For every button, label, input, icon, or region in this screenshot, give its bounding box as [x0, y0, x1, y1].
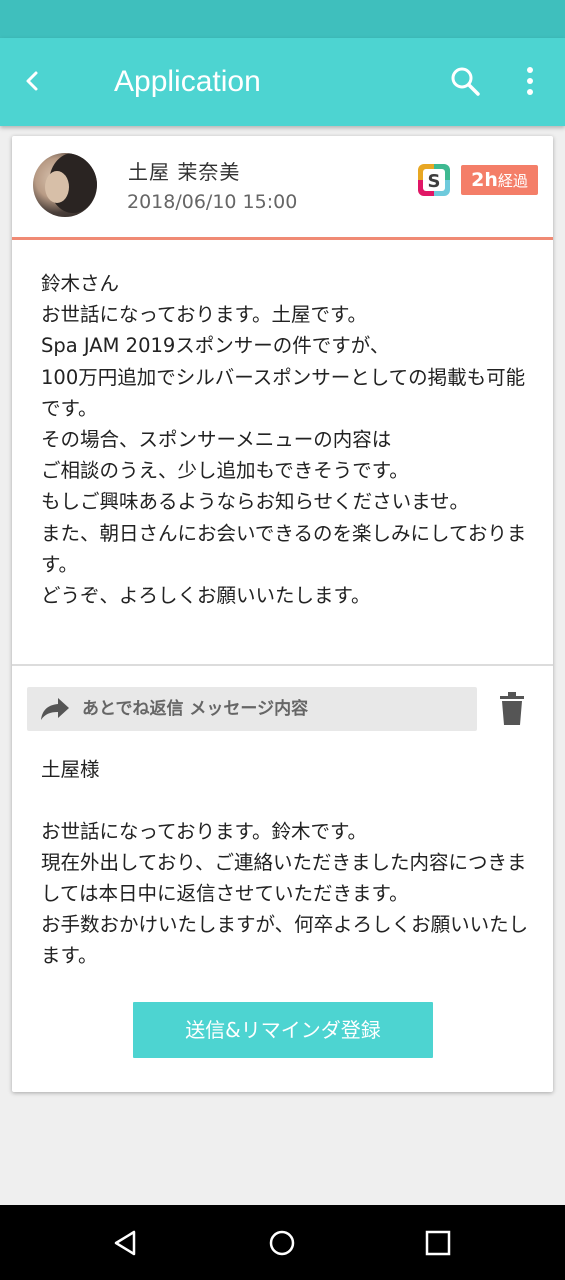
svg-text:S: S: [428, 171, 441, 192]
message-body: 鈴木さん お世話になっております。土屋です。 Spa JAM 2019スポンサー…: [41, 272, 527, 608]
header-divider: [12, 237, 553, 240]
nav-back-icon[interactable]: [112, 1229, 140, 1257]
elapsed-time-unit: 経過: [497, 172, 528, 190]
avatar: [33, 153, 97, 217]
slack-icon: S: [418, 164, 450, 196]
message-card: 土屋 茉奈美 2018/06/10 15:00 S 2h経過 鈴木さん お世話に…: [12, 136, 553, 1092]
reply-template-bar[interactable]: あとでね返信 メッセージ内容: [27, 687, 477, 731]
section-divider: [12, 664, 553, 666]
more-options-icon[interactable]: [518, 64, 542, 98]
system-nav-bar: [0, 1205, 565, 1280]
nav-home-icon[interactable]: [268, 1229, 296, 1257]
app-bar: Application: [0, 38, 565, 126]
send-and-remind-button[interactable]: 送信&リマインダ登録: [133, 1002, 433, 1058]
reply-share-icon: [41, 698, 69, 720]
reply-template-label: あとでね返信 メッセージ内容: [82, 699, 309, 719]
reply-message-text[interactable]: 土屋様 お世話になっております。鈴木です。 現在外出しており、ご連絡いただきまし…: [41, 754, 541, 971]
search-icon[interactable]: [448, 64, 482, 98]
sender-name: 土屋 茉奈美: [128, 160, 241, 184]
message-datetime: 2018/06/10 15:00: [127, 191, 298, 213]
app-title: Application: [114, 65, 261, 98]
trash-icon[interactable]: [498, 692, 526, 726]
elapsed-time-value: 2h: [471, 169, 498, 191]
status-bar: [0, 0, 565, 38]
back-arrow-icon[interactable]: [18, 66, 48, 96]
nav-recent-apps-icon[interactable]: [425, 1230, 451, 1256]
elapsed-time-badge: 2h経過: [461, 165, 538, 195]
